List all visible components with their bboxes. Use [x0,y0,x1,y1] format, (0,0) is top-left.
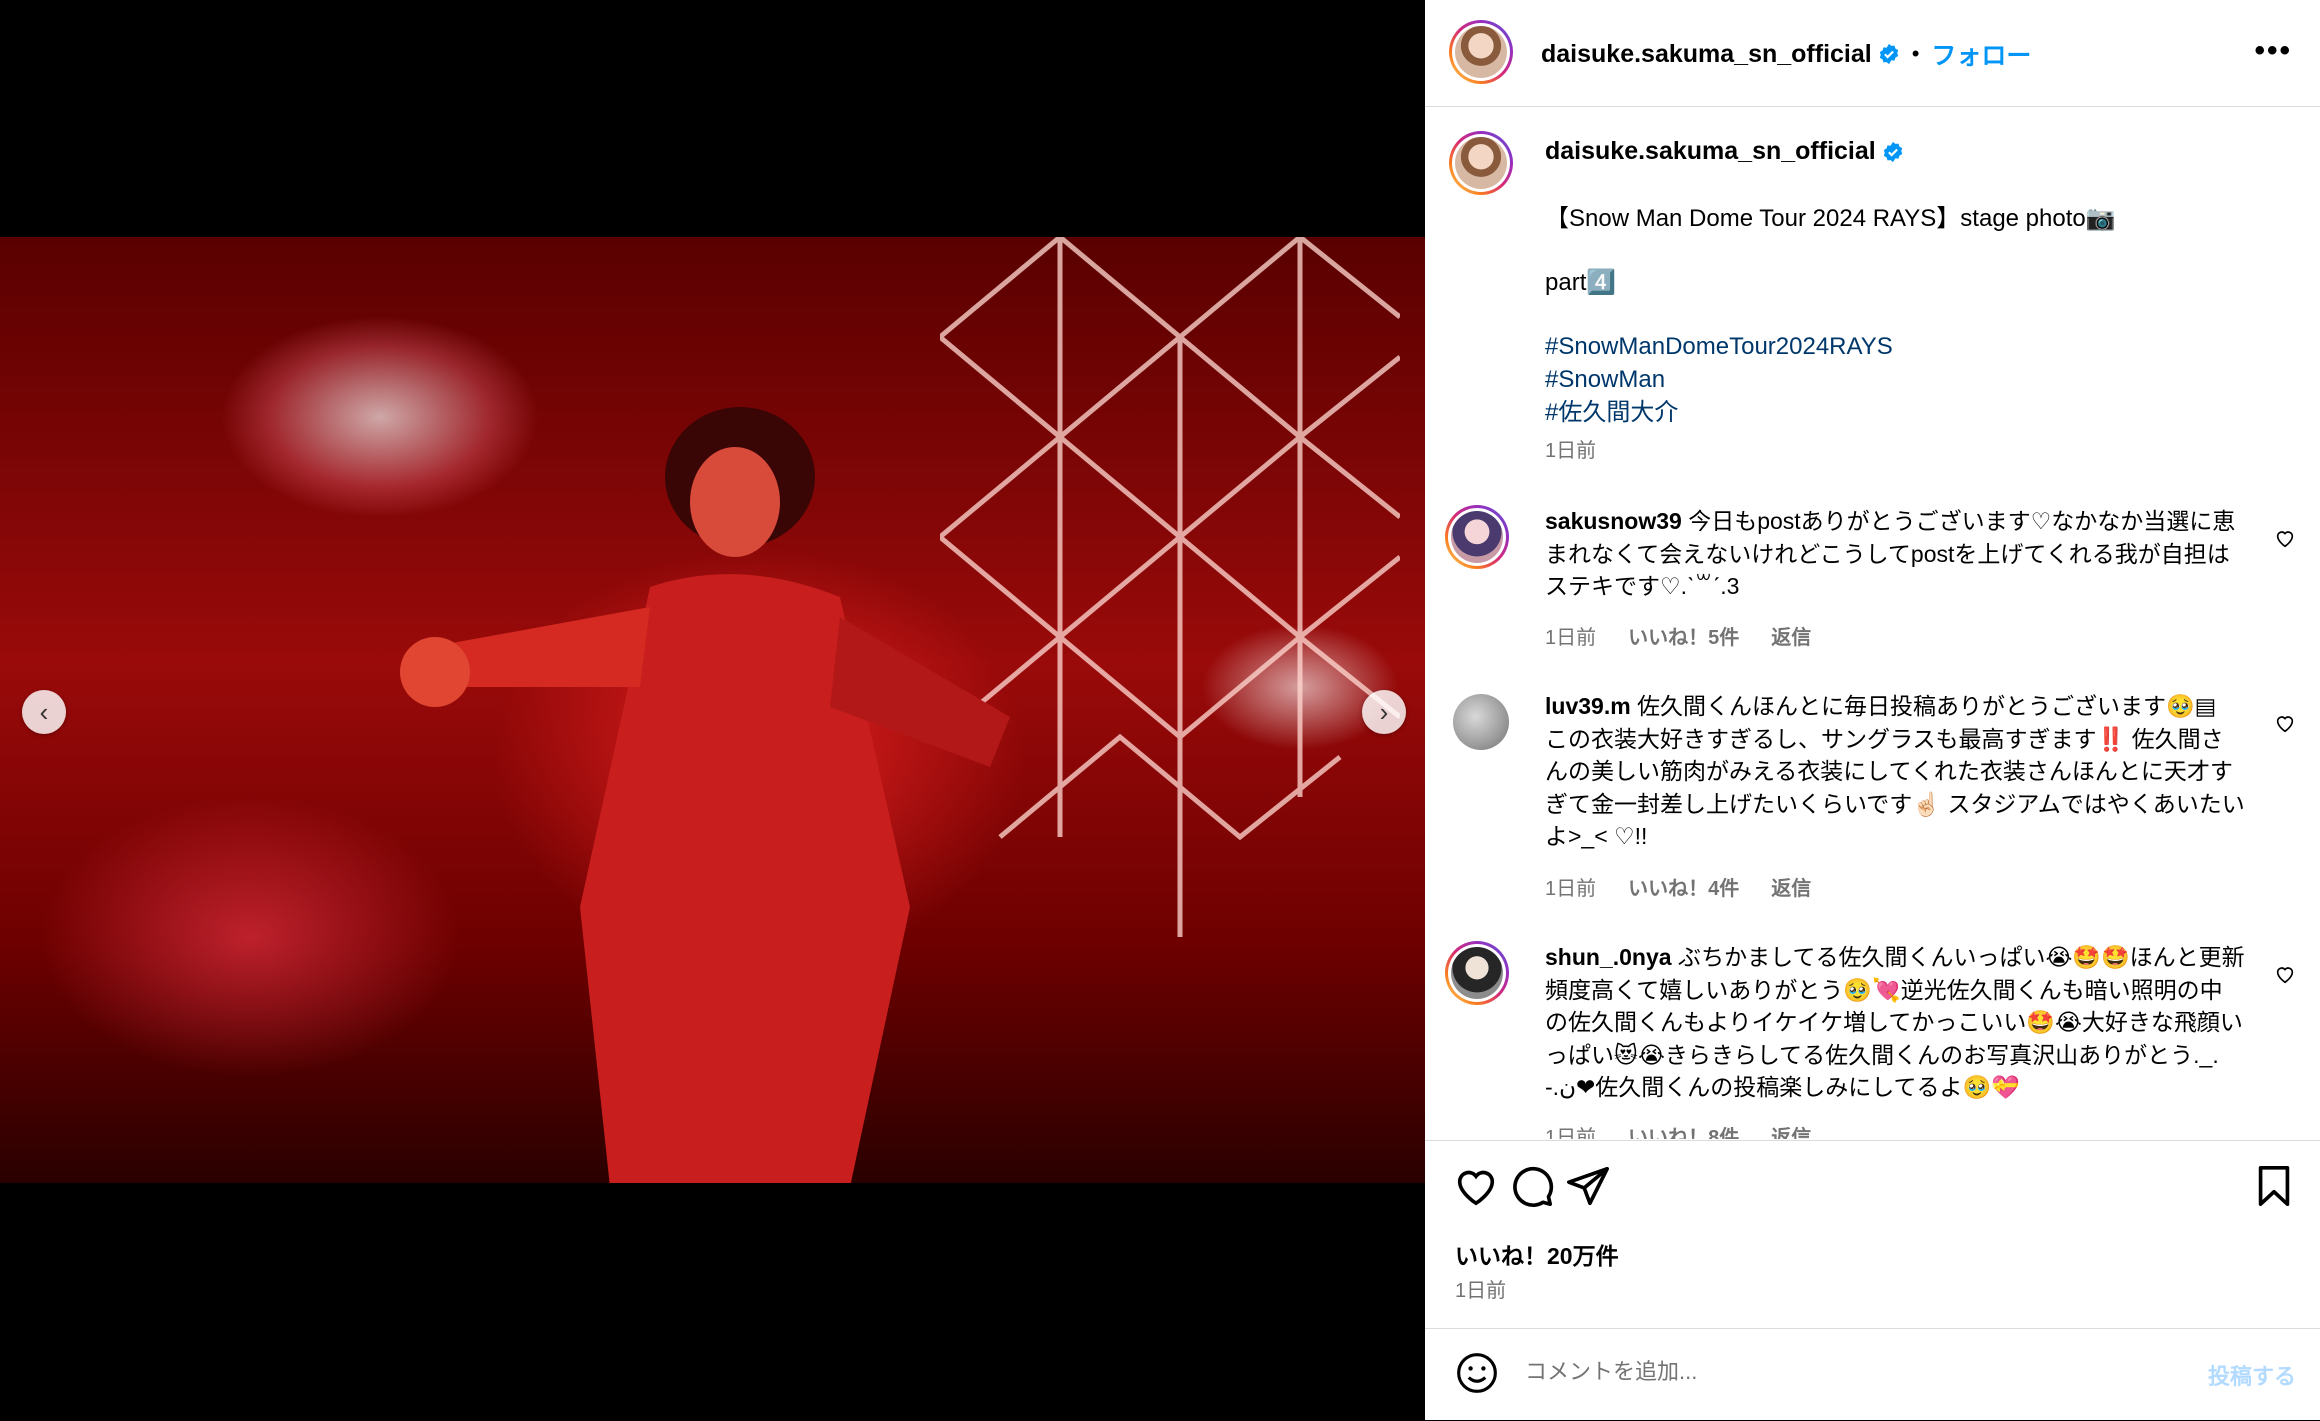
comment-text: shun_.0nya ぶちかましてる佐久間くんいっぱい😭🤩🤩ほんと更新頻度高くて… [1545,941,2245,1104]
hashtag-link[interactable]: #佐久間大介 [1545,396,2245,429]
verified-badge-icon [1883,141,1902,162]
caption-username[interactable]: daisuke.sakuma_sn_official [1545,137,1876,166]
post-comment-button[interactable]: 投稿する [2208,1359,2296,1391]
comment-time: 1日前 [1545,627,1597,649]
share-icon[interactable] [1565,1163,1611,1209]
more-options-button[interactable]: ••• [2254,34,2292,68]
likes-count[interactable]: いいね！20万件 [1455,1237,1619,1271]
caption-author-avatar[interactable] [1449,131,1513,195]
comment-composer: 投稿する [1425,1328,2320,1421]
caption-line: part4️⃣ [1545,269,1617,296]
comment-text: luv39.m 佐久間くんほんとに毎日投稿ありがとうございます🥹▤ この衣装大好… [1545,690,2245,853]
heart-icon[interactable] [1453,1163,1499,1209]
chevron-right-icon: › [1379,696,1389,727]
comment-like-heart-icon[interactable] [2274,527,2296,549]
commenter-avatar[interactable] [1445,505,1509,569]
commenter-avatar[interactable] [1445,941,1509,1005]
carousel-prev-button[interactable]: ‹ [22,690,66,734]
comment-username[interactable]: luv39.m [1545,693,1631,719]
comment-username[interactable]: sakusnow39 [1545,508,1682,534]
carousel-next-button[interactable]: › [1362,690,1406,734]
comment-username[interactable]: shun_.0nya [1545,944,1672,970]
reply-button[interactable]: 返信 [1771,627,1811,649]
comment-meta: 1日前 いいね！5件 返信 [1545,621,1843,650]
hashtag-link[interactable]: #SnowMan [1545,363,2245,396]
post-header: daisuke.sakuma_sn_official • フォロー ••• [1425,0,2320,107]
performer-image [400,407,1010,1183]
header-separator: • [1911,41,1920,66]
caption-line: 【Snow Man Dome Tour 2024 RAYS】stage phot… [1545,205,2116,232]
post-actions: いいね！20万件 1日前 [1425,1140,2320,1331]
comment-input[interactable] [1525,1359,2145,1385]
comment-likes-count[interactable]: いいね！5件 [1628,627,1739,649]
author-avatar[interactable] [1449,20,1513,84]
post-media: ‹ › [0,0,1425,1420]
bookmark-icon[interactable] [2251,1163,2297,1209]
follow-button[interactable]: フォロー [1931,36,2031,72]
comment-time: 1日前 [1545,1127,1597,1139]
comment-body: 佐久間くんほんとに毎日投稿ありがとうございます🥹▤ この衣装大好きすぎるし、サン… [1545,693,2245,849]
post-photo[interactable] [0,237,1425,1183]
commenter-avatar[interactable] [1453,694,1509,750]
verified-badge-icon [1879,43,1898,65]
comment-like-heart-icon[interactable] [2274,963,2296,985]
chevron-left-icon: ‹ [39,696,49,727]
comment-meta: 1日前 いいね！4件 返信 [1545,872,1843,901]
comment-time: 1日前 [1545,878,1597,900]
hashtag-link[interactable]: #SnowManDomeTour2024RAYS [1545,330,2245,363]
emoji-icon[interactable] [1455,1351,1499,1395]
reply-button[interactable]: 返信 [1771,1127,1811,1139]
comment-icon[interactable] [1509,1163,1555,1209]
comment-text: sakusnow39 今日もpostありがとうございます♡なかなか当選に恵まれな… [1545,505,2245,603]
comments-scroll-area[interactable]: daisuke.sakuma_sn_official 【Snow Man Dom… [1425,107,2320,1139]
post-side-panel: daisuke.sakuma_sn_official • フォロー ••• da… [1425,0,2320,1420]
author-username[interactable]: daisuke.sakuma_sn_official [1541,40,1872,69]
comment-like-heart-icon[interactable] [2274,712,2296,734]
comment-likes-count[interactable]: いいね！8件 [1628,1127,1739,1139]
comment-meta: 1日前 いいね！8件 返信 [1545,1121,1843,1139]
post-date: 1日前 [1455,1280,1507,1302]
caption-timestamp: 1日前 [1545,440,1597,462]
comment-likes-count[interactable]: いいね！4件 [1628,878,1739,900]
reply-button[interactable]: 返信 [1771,878,1811,900]
post-caption: 【Snow Man Dome Tour 2024 RAYS】stage phot… [1545,202,2245,468]
